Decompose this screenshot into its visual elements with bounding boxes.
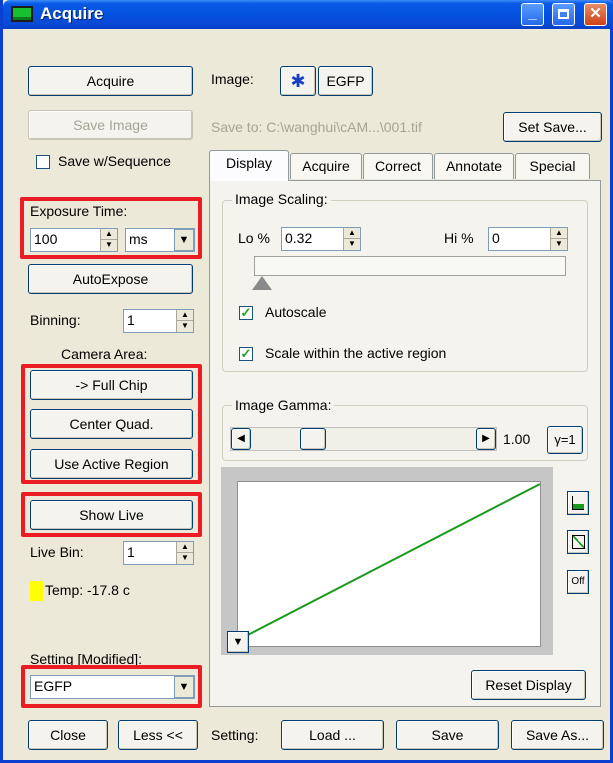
spin-down-icon: ▼	[105, 240, 113, 249]
save-as-button[interactable]: Save As...	[511, 720, 604, 750]
minimize-icon: _	[528, 5, 537, 22]
save-button[interactable]: Save	[396, 720, 499, 750]
acquire-button[interactable]: Acquire	[28, 66, 193, 96]
gamma-value: 1.00	[503, 431, 531, 447]
chevron-down-icon[interactable]: ▼	[174, 229, 194, 251]
save-to-path: Save to: C:\wanghui\cAM...\001.tif	[211, 119, 422, 135]
histogram-button[interactable]	[567, 491, 589, 515]
curve-menu-chevron-down-icon[interactable]: ▼	[227, 631, 249, 653]
setting-select[interactable]: EGFP	[30, 675, 195, 699]
image-gamma-title: Image Gamma:	[232, 397, 335, 413]
window-title: Acquire	[40, 4, 104, 23]
spin-up-icon: ▲	[177, 542, 193, 553]
curve-view-button[interactable]	[567, 530, 589, 554]
live-bin-value: 1	[127, 544, 135, 560]
lo-spinner[interactable]: ▲ ▼	[343, 228, 360, 250]
close-button[interactable]: Close	[28, 720, 108, 750]
show-live-button[interactable]: Show Live	[30, 500, 193, 530]
temp-indicator	[30, 581, 43, 601]
close-icon: ✕	[589, 5, 602, 22]
title-bar[interactable]: Acquire _ ✕	[3, 0, 613, 29]
tab-display[interactable]: Display	[209, 150, 289, 181]
autoscale-label: Autoscale	[265, 304, 327, 320]
spin-up-icon: ▲	[101, 229, 117, 240]
exposure-spinner[interactable]: ▲ ▼	[100, 229, 117, 251]
spin-up-icon: ▲	[344, 228, 360, 239]
save-image-button[interactable]: Save Image	[28, 110, 193, 140]
scale-active-label: Scale within the active region	[265, 345, 447, 361]
maximize-icon	[558, 9, 569, 19]
minimize-button[interactable]: _	[521, 3, 544, 26]
gamma-reset-button[interactable]: γ=1	[547, 426, 583, 454]
autoscale-checkbox[interactable]: ✓	[239, 306, 253, 320]
app-icon	[11, 6, 33, 22]
scaling-range-slider[interactable]	[254, 256, 566, 276]
tab-acquire[interactable]: Acquire	[290, 153, 362, 179]
image-label: Image:	[211, 71, 254, 87]
gamma-curve-line	[238, 483, 540, 641]
setting-bottom-label: Setting:	[211, 727, 259, 743]
display-curve-plot[interactable]	[237, 481, 541, 647]
live-bin-spinner[interactable]: ▲ ▼	[176, 542, 193, 564]
close-window-button[interactable]: ✕	[584, 3, 607, 26]
binning-value: 1	[127, 312, 135, 328]
display-off-button[interactable]: Off	[567, 570, 589, 594]
tab-special[interactable]: Special	[515, 153, 590, 179]
hi-percent-value: 0	[492, 230, 500, 246]
gamma-slider-track[interactable]	[230, 427, 497, 451]
image-scaling-title: Image Scaling:	[232, 191, 331, 207]
spin-up-icon: ▲	[177, 310, 193, 321]
autoexpose-button[interactable]: AutoExpose	[28, 264, 193, 294]
spin-down-icon: ▼	[555, 239, 563, 248]
binning-label: Binning:	[30, 312, 81, 328]
new-image-button[interactable]: ✱	[280, 66, 316, 96]
lo-slider-thumb[interactable]	[252, 276, 272, 290]
binning-spinner[interactable]: ▲ ▼	[176, 310, 193, 332]
live-bin-label: Live Bin:	[30, 544, 84, 560]
image-name-button[interactable]: EGFP	[318, 66, 373, 96]
temperature-label: Temp: -17.8 c	[45, 582, 130, 598]
load-button[interactable]: Load ...	[281, 720, 384, 750]
hi-spinner[interactable]: ▲ ▼	[550, 228, 567, 250]
save-sequence-label: Save w/Sequence	[58, 153, 171, 169]
center-quad-button[interactable]: Center Quad.	[30, 409, 193, 439]
exposure-unit-value: ms	[129, 231, 148, 247]
scale-active-checkbox[interactable]: ✓	[239, 347, 253, 361]
exposure-time-label: Exposure Time:	[30, 203, 128, 219]
lo-percent-value: 0.32	[285, 230, 313, 246]
reset-display-button[interactable]: Reset Display	[471, 670, 586, 700]
maximize-button[interactable]	[552, 3, 575, 26]
chevron-down-icon[interactable]: ▼	[174, 676, 194, 698]
tab-annotate[interactable]: Annotate	[434, 153, 514, 179]
camera-area-label: Camera Area:	[61, 346, 148, 362]
tab-correct[interactable]: Correct	[363, 153, 433, 179]
set-save-button[interactable]: Set Save...	[503, 112, 602, 142]
lo-percent-label: Lo %	[238, 230, 270, 246]
setting-select-value: EGFP	[34, 678, 73, 694]
gamma-left-arrow-icon[interactable]: ◀	[231, 428, 251, 450]
save-sequence-checkbox[interactable]	[36, 155, 50, 169]
acquire-window: Acquire _ ✕ Acquire Save Image Save w/Se…	[0, 0, 613, 763]
spin-up-icon: ▲	[551, 228, 567, 239]
setting-modified-label: Setting [Modified]:	[30, 651, 143, 667]
spin-down-icon: ▼	[348, 239, 356, 248]
gamma-slider-thumb[interactable]	[300, 428, 326, 450]
gamma-right-arrow-icon[interactable]: ▶	[476, 428, 496, 450]
exposure-time-value: 100	[34, 231, 58, 247]
spin-down-icon: ▼	[181, 321, 189, 330]
hi-percent-label: Hi %	[444, 230, 474, 246]
less-button[interactable]: Less <<	[118, 720, 198, 750]
histogram-icon	[572, 496, 584, 510]
curve-icon	[572, 535, 585, 549]
spin-down-icon: ▼	[181, 553, 189, 562]
use-active-region-button[interactable]: Use Active Region	[30, 449, 193, 479]
full-chip-button[interactable]: -> Full Chip	[30, 370, 193, 400]
new-image-icon: ✱	[290, 71, 306, 91]
